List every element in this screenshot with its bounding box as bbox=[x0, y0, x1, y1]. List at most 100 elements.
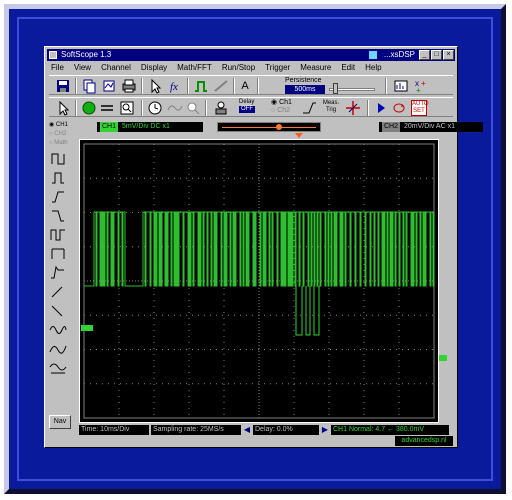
menu-display[interactable]: Display bbox=[141, 63, 167, 73]
delay-readout: Delay: 0.0% bbox=[253, 425, 319, 435]
brand-text: ...xsDSP bbox=[383, 50, 415, 59]
ch1-setting-text: 5mV/Div DC x1 bbox=[122, 123, 170, 130]
timebase-readout[interactable]: Time: 10ms/Div bbox=[79, 425, 149, 435]
measure-mean-icon[interactable] bbox=[49, 359, 67, 376]
menu-run-stop[interactable]: Run/Stop bbox=[222, 63, 255, 73]
ch1-ground-marker[interactable] bbox=[81, 325, 93, 331]
toolbar-separator bbox=[75, 78, 77, 94]
print-icon[interactable] bbox=[121, 78, 137, 94]
maximize-button[interactable]: □ bbox=[431, 50, 442, 60]
ch2-settings[interactable]: CH2 20mV/Div AC x1 bbox=[379, 122, 483, 132]
add-sub-math-icon[interactable]: x + + bbox=[413, 78, 429, 95]
math-function-icon[interactable]: fx bbox=[167, 78, 183, 94]
delay-label: Delay bbox=[239, 99, 255, 105]
title-bar[interactable]: SoftScope 1.3 ...xsDSP _ □ × bbox=[47, 49, 455, 61]
persistence-value: 500ms bbox=[285, 85, 325, 94]
ch2-radio[interactable]: ○ Ch2 bbox=[271, 107, 292, 115]
math-select-radio[interactable]: ○ Math bbox=[49, 139, 73, 148]
ch1-settings[interactable]: CH1 5mV/Div DC x1 bbox=[97, 122, 203, 132]
text-annotation-button[interactable]: A bbox=[237, 78, 253, 94]
measure-rms-icon[interactable] bbox=[49, 340, 67, 357]
zoom-icon[interactable] bbox=[119, 100, 135, 116]
loop-icon[interactable] bbox=[391, 100, 407, 116]
pulse-trigger-icon[interactable] bbox=[193, 78, 209, 94]
persistence-label: Persistence bbox=[285, 77, 322, 84]
brand-logo-icon bbox=[369, 51, 377, 59]
measure-rise-icon[interactable] bbox=[49, 188, 67, 205]
minimize-button[interactable]: _ bbox=[419, 50, 430, 60]
toolbar-separator bbox=[233, 78, 235, 94]
persistence-control[interactable]: Persistence 500ms bbox=[283, 77, 379, 95]
app-icon bbox=[49, 51, 57, 59]
run-icon[interactable] bbox=[81, 100, 97, 116]
delay-right-arrow-icon[interactable]: ▶ bbox=[321, 425, 329, 435]
delay-left-arrow-icon[interactable]: ◀ bbox=[243, 425, 251, 435]
trigger-position-bar[interactable] bbox=[217, 122, 321, 132]
fft-view-icon[interactable] bbox=[393, 78, 409, 94]
slope-trigger-icon[interactable] bbox=[213, 78, 229, 94]
ch1-select-radio[interactable]: ◉ CH1 bbox=[49, 121, 73, 130]
cursor-tool-icon[interactable] bbox=[147, 78, 163, 94]
ch1-waveform-glitch bbox=[295, 286, 320, 336]
menu-measure[interactable]: Measure bbox=[300, 63, 331, 73]
app-window: SoftScope 1.3 ...xsDSP _ □ × File View C… bbox=[44, 46, 483, 448]
user-settings-icon[interactable] bbox=[213, 100, 229, 116]
menu-trigger[interactable]: Trigger bbox=[265, 63, 290, 73]
persistence-slider-thumb[interactable] bbox=[333, 83, 338, 94]
ch2-select-radio[interactable]: ○ CH2 bbox=[49, 130, 73, 139]
waveform-compare-icon[interactable] bbox=[167, 100, 183, 116]
timebase-icon[interactable] bbox=[147, 100, 163, 116]
single-shot-icon[interactable] bbox=[99, 100, 115, 116]
save-icon[interactable] bbox=[55, 78, 71, 94]
menu-help[interactable]: Help bbox=[365, 63, 381, 73]
toolbar-separator bbox=[141, 100, 143, 116]
svg-text:+: + bbox=[416, 86, 421, 94]
nav-button[interactable]: Nav bbox=[49, 415, 71, 429]
play-icon[interactable] bbox=[373, 100, 389, 116]
ch1-radio-label: Ch1 bbox=[279, 99, 292, 106]
measure-period-icon[interactable] bbox=[49, 150, 67, 167]
window-controls: _ □ × bbox=[419, 50, 454, 60]
scope-display[interactable] bbox=[79, 139, 439, 423]
measure-pulse-width-icon[interactable] bbox=[49, 169, 67, 186]
menu-channel[interactable]: Channel bbox=[101, 63, 131, 73]
measure-frequency-icon[interactable] bbox=[49, 321, 67, 338]
measure-fall-time-icon[interactable] bbox=[49, 302, 67, 319]
menu-file[interactable]: File bbox=[51, 63, 64, 73]
measure-amplitude-icon[interactable] bbox=[49, 245, 67, 262]
trigger-slope-icon[interactable] bbox=[301, 100, 317, 116]
measure-duty-icon[interactable] bbox=[49, 226, 67, 243]
ch1-radio[interactable]: ◉ Ch1 bbox=[271, 99, 292, 107]
ch1-select-label: CH1 bbox=[55, 122, 68, 128]
window-title: SoftScope 1.3 bbox=[61, 50, 112, 59]
trigger-position-marker[interactable] bbox=[276, 124, 282, 130]
trigger-level-marker[interactable] bbox=[439, 355, 447, 361]
measure-rise-time-icon[interactable] bbox=[49, 283, 67, 300]
crosshair-icon[interactable] bbox=[345, 100, 361, 116]
measure-overshoot-icon[interactable] bbox=[49, 264, 67, 281]
measure-fall-icon[interactable] bbox=[49, 207, 67, 224]
zoom-out-icon[interactable] bbox=[185, 100, 201, 116]
trigger-channel-select: ◉ Ch1 ○ Ch2 bbox=[271, 99, 292, 115]
toolbar-separator bbox=[75, 100, 77, 116]
toolbar-separator bbox=[257, 78, 259, 94]
copy-waveform-icon[interactable] bbox=[101, 78, 117, 94]
measure-trigger-label[interactable]: Meas. Trig bbox=[319, 100, 343, 114]
ch2-tag: CH2 bbox=[382, 122, 401, 132]
channel-info-strip: CH1 5mV/Div DC x1 CH2 20mV/Div AC x1 bbox=[97, 121, 483, 133]
delay-toggle[interactable]: Delay OFF bbox=[239, 99, 265, 116]
menu-bar: File View Channel Display Math/FFT Run/S… bbox=[49, 63, 453, 73]
pointer-icon[interactable] bbox=[55, 100, 71, 116]
toolbar-separator bbox=[187, 78, 189, 94]
toolbar-separator bbox=[385, 78, 387, 94]
ch1-tag: CH1 bbox=[100, 122, 119, 132]
auto-set-button[interactable]: AUTO SET bbox=[411, 100, 429, 116]
status-bar: Time: 10ms/Div Sampling rate: 25MS/s ◀ D… bbox=[79, 425, 455, 435]
copy-icon[interactable] bbox=[81, 78, 97, 94]
close-button[interactable]: × bbox=[443, 50, 454, 60]
menu-edit[interactable]: Edit bbox=[341, 63, 355, 73]
menu-math-fft[interactable]: Math/FFT bbox=[177, 63, 212, 73]
brand-url: advancedsp.nl bbox=[395, 436, 453, 446]
ch2-radio-label: Ch2 bbox=[277, 107, 291, 114]
menu-view[interactable]: View bbox=[74, 63, 91, 73]
